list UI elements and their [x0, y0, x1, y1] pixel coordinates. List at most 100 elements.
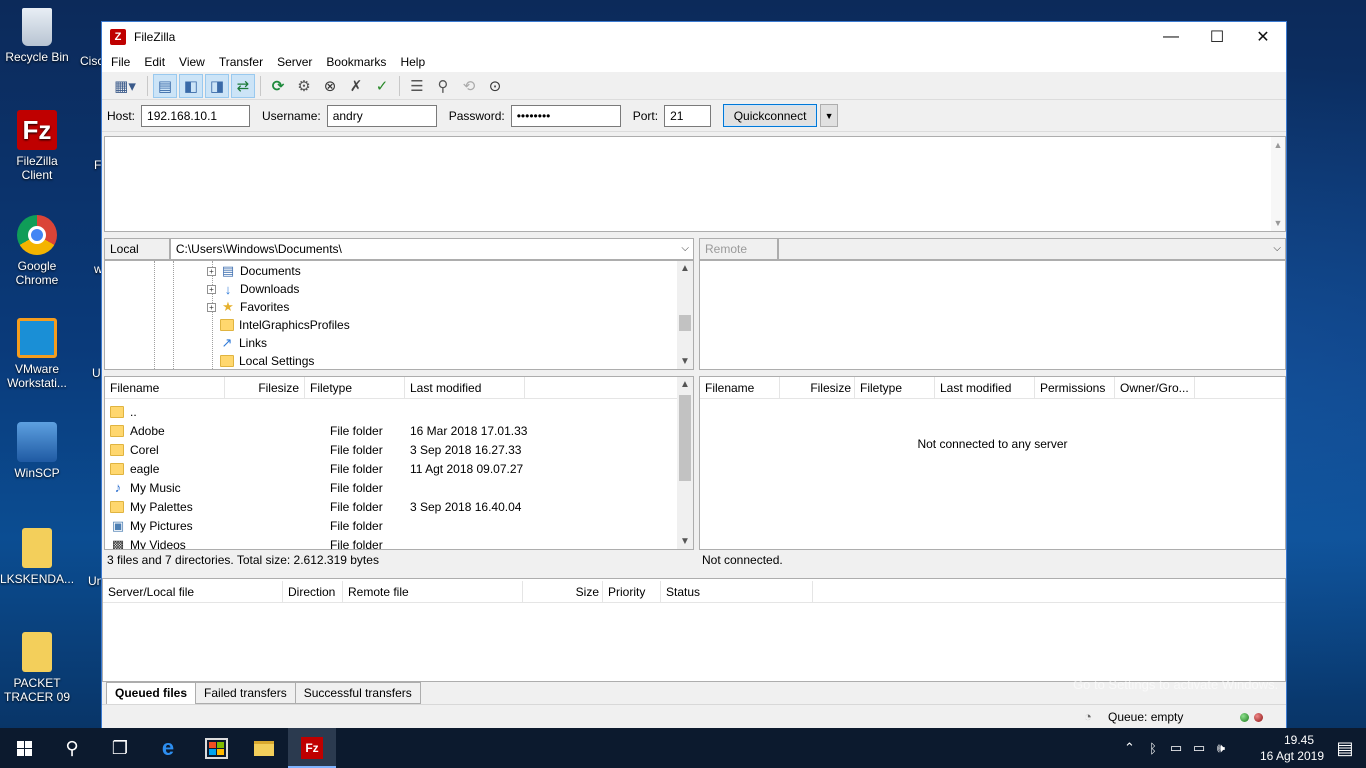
menu-view[interactable]: View: [172, 55, 212, 69]
edge-icon[interactable]: e: [144, 728, 192, 768]
remote-directory-tree[interactable]: [699, 260, 1286, 370]
quickconnect-dropdown-button[interactable]: ▼: [820, 104, 839, 127]
desktop-icon-recycle-bin[interactable]: Recycle Bin: [0, 8, 74, 64]
tree-item[interactable]: + ↓ Downloads: [207, 280, 299, 298]
file-explorer-icon[interactable]: [240, 728, 288, 768]
task-view-icon[interactable]: ❐: [96, 728, 144, 768]
file-row[interactable]: ▩ My Videos File folder: [110, 535, 540, 550]
notifications-icon[interactable]: ▤: [1324, 728, 1366, 768]
remote-path-combobox[interactable]: ⌵: [778, 238, 1286, 260]
file-row[interactable]: My Palettes File folder 3 Sep 2018 16.40.0…: [110, 497, 540, 516]
desktop-icon-vmware[interactable]: VMware Workstati...: [0, 318, 74, 390]
start-button[interactable]: [0, 728, 48, 768]
column-filesize[interactable]: Filesize: [780, 377, 855, 399]
refresh-icon[interactable]: ⟳: [266, 74, 290, 98]
tree-item[interactable]: + ▤ Documents: [207, 262, 301, 280]
maximize-button[interactable]: ☐: [1194, 22, 1240, 52]
column-permissions[interactable]: Permissions: [1035, 377, 1115, 399]
file-row[interactable]: ♪ My Music File folder: [110, 478, 540, 497]
scroll-up-icon[interactable]: ▲: [677, 263, 693, 274]
minimize-button[interactable]: —: [1148, 22, 1194, 52]
battery-icon[interactable]: ▭: [1188, 740, 1210, 756]
search-icon[interactable]: ⚲: [48, 728, 96, 768]
desktop-icon-filezilla[interactable]: Fz FileZilla Client: [0, 110, 74, 182]
tab-failed-transfers[interactable]: Failed transfers: [195, 682, 296, 704]
toggle-queue-icon[interactable]: ⇄: [231, 73, 255, 98]
chevron-up-icon[interactable]: ⌃: [1124, 740, 1142, 756]
tree-item[interactable]: Local Settings: [220, 352, 314, 369]
local-file-list[interactable]: Filename Filesize Filetype Last modified…: [104, 376, 694, 550]
local-directory-tree[interactable]: + ▤ Documents + ↓ Downloads + ★ Favorite…: [104, 260, 694, 370]
scroll-down-icon[interactable]: ▼: [677, 356, 693, 367]
process-queue-icon[interactable]: ⚙: [292, 74, 316, 98]
sync-browsing-icon[interactable]: ⟲: [457, 74, 481, 98]
file-row[interactable]: ▣ My Pictures File folder: [110, 516, 540, 535]
reconnect-icon[interactable]: ✓: [370, 74, 394, 98]
file-row[interactable]: Adobe File folder 16 Mar 2018 17.01.33: [110, 421, 540, 440]
tree-item[interactable]: IntelGraphicsProfiles: [220, 316, 350, 334]
chevron-down-icon[interactable]: ⌵: [681, 239, 689, 259]
store-icon[interactable]: [192, 728, 240, 768]
search-icon[interactable]: ⊙: [483, 74, 507, 98]
column-last-modified[interactable]: Last modified: [935, 377, 1035, 399]
tab-queued-files[interactable]: Queued files: [106, 682, 197, 705]
remote-file-list[interactable]: Filename Filesize Filetype Last modified…: [699, 376, 1286, 550]
desktop-icon-lkskenda-folder[interactable]: LKSKENDA...: [0, 528, 74, 586]
filezilla-taskbar-icon[interactable]: Fz: [288, 728, 336, 768]
directory-filter-icon[interactable]: ☰: [405, 74, 429, 98]
scrollbar-thumb[interactable]: [679, 315, 691, 331]
local-file-scrollbar[interactable]: ▲ ▼: [677, 377, 693, 549]
chevron-down-icon[interactable]: ⌵: [1273, 239, 1281, 259]
toggle-message-log-icon[interactable]: ▤: [153, 73, 177, 98]
column-last-modified[interactable]: Last modified: [405, 377, 525, 399]
column-filesize[interactable]: Filesize: [225, 377, 305, 399]
quickconnect-button[interactable]: Quickconnect: [723, 104, 818, 127]
volume-icon[interactable]: 🕪: [1210, 740, 1232, 756]
column-status[interactable]: Status: [661, 581, 813, 603]
local-tree-scrollbar[interactable]: ▲ ▼: [677, 261, 693, 369]
network-icon[interactable]: ▭: [1164, 740, 1188, 756]
column-priority[interactable]: Priority: [603, 581, 661, 603]
column-filename[interactable]: Filename: [700, 377, 780, 399]
toggle-local-tree-icon[interactable]: ◧: [179, 73, 203, 98]
tab-successful-transfers[interactable]: Successful transfers: [294, 682, 421, 704]
bluetooth-icon[interactable]: ᛒ: [1142, 741, 1164, 756]
scroll-up-icon[interactable]: ▲: [677, 379, 693, 390]
column-size[interactable]: Size: [523, 581, 603, 603]
desktop-icon-chrome[interactable]: Google Chrome: [0, 215, 74, 287]
scrollbar-thumb[interactable]: [679, 395, 691, 481]
close-button[interactable]: ✕: [1240, 22, 1286, 52]
column-direction[interactable]: Direction: [283, 581, 343, 603]
menu-edit[interactable]: Edit: [137, 55, 172, 69]
expand-icon[interactable]: +: [207, 266, 216, 276]
toggle-comparison-icon[interactable]: ⚲: [431, 74, 455, 98]
port-input[interactable]: [664, 104, 712, 127]
menu-help[interactable]: Help: [393, 55, 432, 69]
desktop-icon-winscp[interactable]: WinSCP: [0, 422, 74, 480]
scroll-down-icon[interactable]: ▼: [677, 536, 693, 547]
menu-server[interactable]: Server: [270, 55, 319, 69]
message-log[interactable]: ▲ ▼: [104, 136, 1286, 232]
tree-item[interactable]: + ★ Favorites: [207, 298, 289, 316]
column-filetype[interactable]: Filetype: [305, 377, 405, 399]
local-path-combobox[interactable]: C:\Users\Windows\Documents\ ⌵: [169, 238, 694, 260]
column-filename[interactable]: Filename: [105, 377, 225, 399]
tree-item[interactable]: ↗ Links: [220, 334, 267, 352]
expand-icon[interactable]: +: [207, 284, 216, 294]
menu-transfer[interactable]: Transfer: [212, 55, 270, 69]
password-input[interactable]: [510, 104, 621, 127]
menu-file[interactable]: File: [104, 55, 137, 69]
expand-icon[interactable]: +: [207, 302, 216, 312]
toggle-remote-tree-icon[interactable]: ◨: [205, 73, 229, 98]
disconnect-icon[interactable]: ✗: [344, 74, 368, 98]
column-owner-group[interactable]: Owner/Gro...: [1115, 377, 1195, 399]
clock[interactable]: 19.45 16 Agt 2019: [1260, 732, 1324, 764]
host-input[interactable]: [141, 104, 251, 127]
file-row[interactable]: Corel File folder 3 Sep 2018 16.27.33: [110, 440, 540, 459]
column-filetype[interactable]: Filetype: [855, 377, 935, 399]
message-log-scrollbar[interactable]: ▲ ▼: [1271, 137, 1285, 231]
column-remote-file[interactable]: Remote file: [343, 581, 523, 603]
column-server-local-file[interactable]: Server/Local file: [103, 581, 283, 603]
cancel-icon[interactable]: ⊗: [318, 74, 342, 98]
title-bar[interactable]: Z FileZilla — ☐ ✕: [102, 22, 1286, 52]
